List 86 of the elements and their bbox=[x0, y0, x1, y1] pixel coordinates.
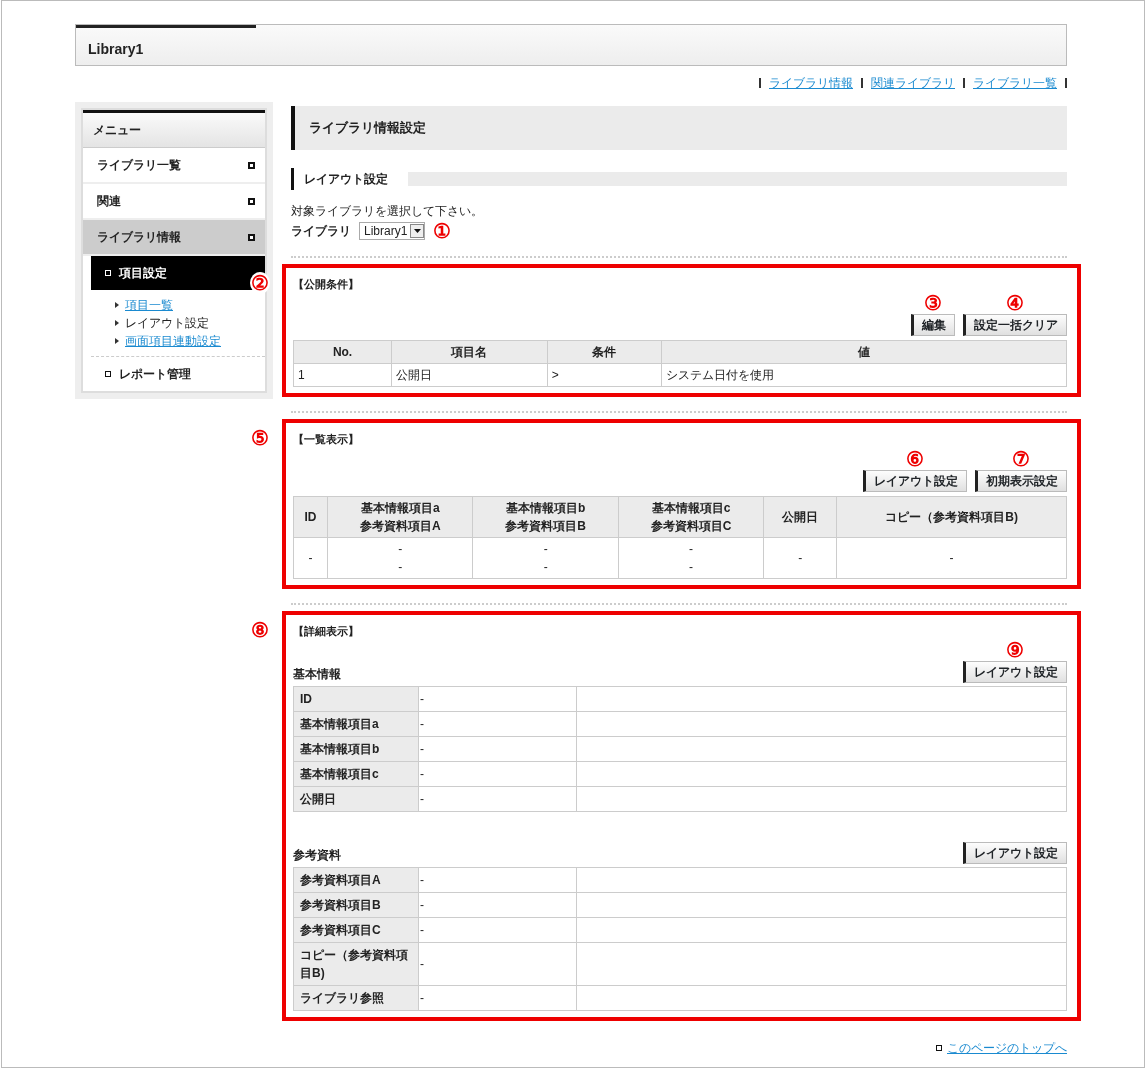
library-label: ライブラリ bbox=[291, 222, 351, 240]
menu-title: メニュー bbox=[83, 110, 265, 148]
table-cell: - - bbox=[327, 537, 473, 578]
field-value: - bbox=[418, 686, 577, 712]
callout-number: ⑧ bbox=[250, 618, 270, 641]
field-label: ライブラリ参照 bbox=[293, 985, 419, 1011]
dropdown-arrow-icon bbox=[413, 228, 421, 233]
column-header: コピー（参考資料項目B) bbox=[836, 496, 1067, 537]
column-header: ID bbox=[293, 496, 328, 537]
column-header: 基本情報項目c 参考資料項目C bbox=[618, 496, 764, 537]
callout-number: ① bbox=[433, 219, 452, 242]
field-value: - bbox=[418, 892, 577, 918]
section-title: 【一覧表示】 bbox=[293, 432, 360, 447]
current-menu-link[interactable]: レイアウト設定 bbox=[125, 314, 209, 332]
field-label: 参考資料項目A bbox=[293, 867, 419, 893]
page-header-title: Library1 bbox=[88, 41, 144, 57]
column-header: 値 bbox=[661, 340, 1067, 364]
field-value: - bbox=[418, 786, 577, 812]
column-header: 項目名 bbox=[391, 340, 548, 364]
field-value: - bbox=[418, 942, 577, 986]
table-cell: > bbox=[547, 363, 662, 387]
page-title: ライブラリ情報設定 bbox=[291, 106, 1067, 150]
layout-button[interactable]: 設定一括クリア bbox=[963, 314, 1067, 336]
field-value: - bbox=[418, 711, 577, 737]
field-label: 基本情報項目c bbox=[293, 761, 419, 787]
section-heading: レイアウト設定 bbox=[291, 167, 398, 190]
callout-number: ⑦ bbox=[1012, 447, 1030, 470]
square-bullet-icon bbox=[936, 1045, 942, 1051]
square-bullet-icon bbox=[105, 371, 111, 377]
group-heading: 基本情報 bbox=[293, 666, 341, 683]
layout-button[interactable]: レイアウト設定 bbox=[863, 469, 967, 492]
callout-number: ⑥ bbox=[906, 447, 924, 470]
table-cell: - - bbox=[472, 537, 619, 578]
sidebar-item[interactable]: ライブラリ情報 bbox=[83, 220, 265, 256]
menu-link[interactable]: 画面項目連動設定 bbox=[125, 332, 221, 350]
page-top-link[interactable]: このページのトップへ bbox=[947, 1039, 1067, 1057]
section-title: 【公開条件】 bbox=[293, 276, 360, 292]
layout-button[interactable]: 編集 bbox=[911, 314, 955, 336]
square-bullet-icon bbox=[248, 161, 255, 169]
column-header: 基本情報項目a 参考資料項目A bbox=[327, 496, 473, 537]
section-title: 【詳細表示】 bbox=[293, 623, 360, 639]
menu-link[interactable]: 項目一覧 bbox=[125, 296, 173, 314]
table-cell: - bbox=[293, 537, 328, 578]
table-cell: - - bbox=[618, 537, 764, 578]
field-value: - bbox=[418, 985, 577, 1011]
column-header: 基本情報項目b 参考資料項目B bbox=[472, 496, 619, 537]
square-bullet-icon bbox=[248, 197, 255, 205]
square-bullet-icon bbox=[248, 233, 255, 241]
top-link[interactable]: ライブラリ一覧 bbox=[973, 74, 1057, 92]
column-header: 公開日 bbox=[763, 496, 837, 537]
layout-button[interactable]: 初期表示設定 bbox=[975, 469, 1067, 492]
sidebar-subitem[interactable]: レポート管理 bbox=[91, 357, 265, 391]
triangle-bullet-icon bbox=[115, 338, 119, 344]
layout-button[interactable]: レイアウト設定 bbox=[963, 842, 1067, 864]
table-cell: - bbox=[836, 537, 1067, 578]
field-value: - bbox=[418, 736, 577, 762]
field-label: コピー（参考資料項目B) bbox=[293, 942, 419, 986]
triangle-bullet-icon bbox=[115, 320, 119, 326]
field-label: 基本情報項目a bbox=[293, 711, 419, 737]
field-value: - bbox=[418, 867, 577, 893]
group-heading: 参考資料 bbox=[293, 847, 341, 864]
callout-number: ③ bbox=[924, 292, 942, 314]
field-label: ID bbox=[293, 686, 419, 712]
sidebar-item[interactable]: ライブラリ一覧 bbox=[83, 148, 265, 184]
callout-number: ⑨ bbox=[1006, 639, 1024, 661]
field-label: 参考資料項目B bbox=[293, 892, 419, 918]
table-cell: 1 bbox=[293, 363, 392, 387]
column-header: No. bbox=[293, 340, 392, 364]
table-cell: - bbox=[763, 537, 837, 578]
layout-button[interactable]: レイアウト設定 bbox=[963, 661, 1067, 683]
column-header: 条件 bbox=[547, 340, 662, 364]
instruction-text: 対象ライブラリを選択して下さい。 bbox=[291, 202, 484, 220]
field-label: 基本情報項目b bbox=[293, 736, 419, 762]
callout-number: ⑤ bbox=[250, 427, 270, 449]
table-cell: システム日付を使用 bbox=[661, 363, 1067, 387]
top-link[interactable]: ライブラリ情報 bbox=[769, 74, 853, 92]
callout-number: ④ bbox=[1006, 292, 1024, 314]
field-value: - bbox=[418, 761, 577, 787]
top-link[interactable]: 関連ライブラリ bbox=[871, 74, 955, 92]
table-cell: 公開日 bbox=[391, 363, 548, 387]
field-label: 公開日 bbox=[293, 786, 419, 812]
triangle-bullet-icon bbox=[115, 302, 119, 308]
field-label: 参考資料項目C bbox=[293, 917, 419, 943]
square-bullet-icon bbox=[105, 270, 111, 276]
library-dropdown[interactable]: Library1 bbox=[359, 221, 426, 240]
field-value: - bbox=[418, 917, 577, 943]
